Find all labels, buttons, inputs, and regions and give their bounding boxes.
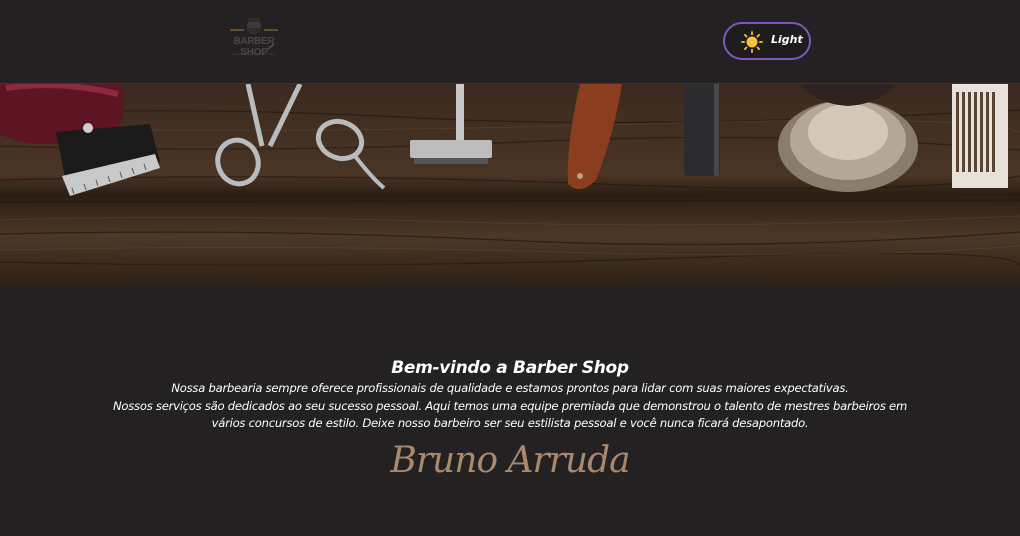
- header-bar: BARBER SHOP FRIENDS AND HAIRCUTS Light: [0, 0, 1020, 84]
- welcome-text-line-3: vários concursos de estilo. Deixe nosso …: [211, 416, 809, 430]
- hero-banner-image: [0, 84, 1020, 286]
- welcome-text-line-1: Nossa barbearia sempre oferece profissio…: [171, 381, 849, 395]
- welcome-title: Bem-vindo a Barber Shop: [391, 358, 629, 378]
- barber-shop-logo[interactable]: BARBER SHOP FRIENDS AND HAIRCUTS: [222, 16, 286, 64]
- theme-toggle-button[interactable]: Light: [723, 22, 811, 60]
- barber-tools-image: [0, 84, 1020, 286]
- comb-icon: [952, 84, 1008, 188]
- theme-toggle-label: Light: [771, 33, 803, 46]
- logo-subtitle: FRIENDS AND HAIRCUTS: [232, 52, 276, 56]
- welcome-section: Bem-vindo a Barber Shop Nossa barbearia …: [0, 356, 1020, 433]
- signature: Bruno Arruda: [390, 440, 630, 481]
- sun-icon: [741, 31, 763, 53]
- welcome-text-line-2: Nossos serviços são dedicados ao seu suc…: [113, 398, 907, 413]
